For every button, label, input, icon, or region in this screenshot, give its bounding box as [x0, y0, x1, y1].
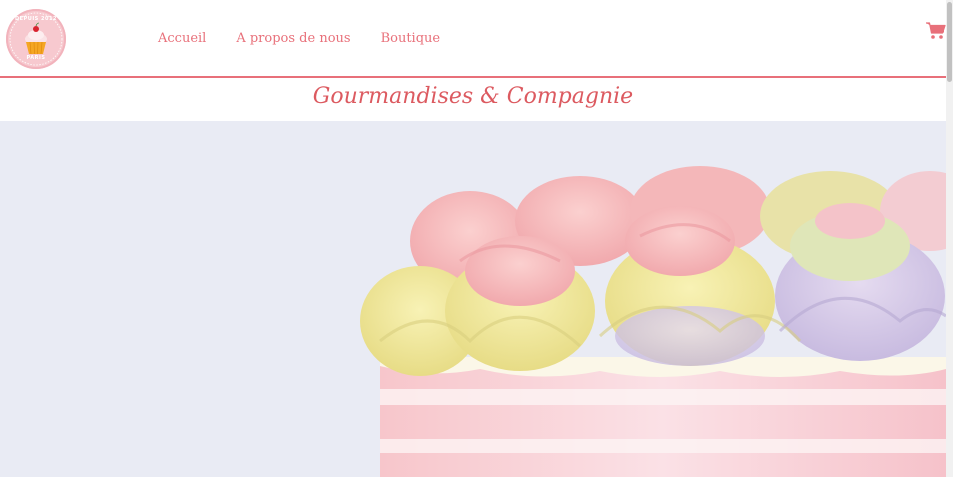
scrollbar[interactable]: [946, 0, 953, 477]
nav-link-accueil[interactable]: Accueil: [158, 31, 206, 46]
main-nav: Accueil A propos de nous Boutique: [158, 31, 440, 46]
shopping-cart-button[interactable]: [926, 22, 946, 40]
scrollbar-thumb[interactable]: [947, 2, 952, 82]
site-header: DEPUIS 2012 PARIS Accueil A propos de no…: [0, 0, 946, 76]
site-logo[interactable]: DEPUIS 2012 PARIS: [6, 9, 66, 69]
logo-top-text: DEPUIS 2012: [15, 16, 57, 22]
nav-link-boutique[interactable]: Boutique: [381, 31, 441, 46]
brand-title: Gourmandises & Compagnie: [312, 84, 634, 109]
logo-bottom-text: PARIS: [26, 55, 46, 61]
shopping-cart-icon: [926, 22, 946, 39]
hero-image: [0, 121, 946, 477]
page: DEPUIS 2012 PARIS Accueil A propos de no…: [0, 0, 946, 477]
nav-link-a-propos[interactable]: A propos de nous: [236, 31, 350, 46]
cake-illustration: [0, 121, 946, 477]
